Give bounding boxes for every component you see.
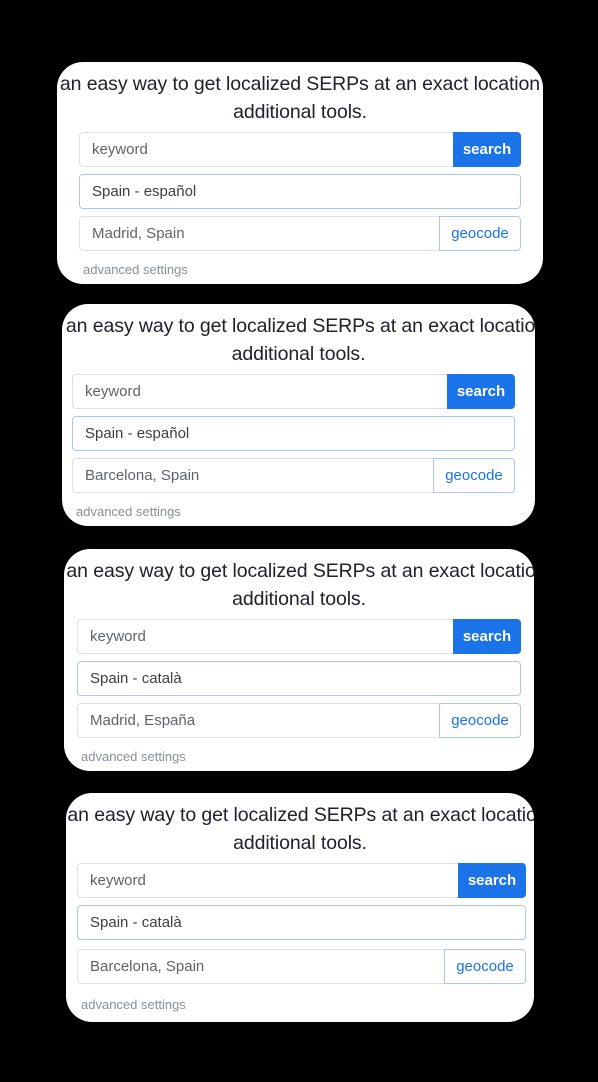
intro-line-1: s an easy way to get localized SERPs at …	[66, 804, 534, 826]
geocode-button[interactable]: geocode	[433, 458, 515, 493]
keyword-input[interactable]: keyword	[72, 374, 447, 409]
advanced-settings-link[interactable]: advanced settings	[83, 262, 188, 277]
location-geocode-row: Madrid, España geocode	[77, 703, 521, 738]
serp-card-4: s an easy way to get localized SERPs at …	[66, 793, 534, 1022]
location-input[interactable]: Barcelona, Spain	[72, 458, 433, 493]
keyword-search-row: keyword search	[77, 863, 526, 898]
location-input[interactable]: Madrid, Spain	[79, 216, 439, 251]
advanced-settings-link[interactable]: advanced settings	[81, 749, 186, 764]
keyword-search-row: keyword search	[77, 619, 521, 654]
keyword-search-row: keyword search	[72, 374, 515, 409]
intro-line-1: s an easy way to get localized SERPs at …	[64, 560, 534, 582]
intro-line-1: s an easy way to get localized SERPs at …	[62, 315, 535, 337]
serp-card-3: s an easy way to get localized SERPs at …	[64, 549, 534, 771]
intro-line-2: additional tools.	[231, 343, 366, 365]
intro-line-2: additional tools.	[233, 832, 367, 854]
location-geocode-row: Barcelona, Spain geocode	[72, 458, 515, 493]
location-geocode-row: Madrid, Spain geocode	[79, 216, 521, 251]
geocode-button[interactable]: geocode	[444, 949, 526, 984]
serp-card-2: s an easy way to get localized SERPs at …	[62, 304, 535, 526]
location-input[interactable]: Madrid, España	[77, 703, 439, 738]
intro-line-2: additional tools.	[233, 101, 367, 123]
geocode-button[interactable]: geocode	[439, 703, 521, 738]
search-button[interactable]: search	[453, 619, 521, 654]
keyword-input[interactable]: keyword	[77, 619, 453, 654]
search-button[interactable]: search	[453, 132, 521, 167]
advanced-settings-link[interactable]: advanced settings	[81, 997, 186, 1012]
intro-text: s an easy way to get localized SERPs at …	[64, 557, 534, 613]
keyword-input[interactable]: keyword	[77, 863, 458, 898]
search-button[interactable]: search	[447, 374, 515, 409]
search-button[interactable]: search	[458, 863, 526, 898]
intro-text: is an easy way to get localized SERPs at…	[57, 70, 543, 126]
language-select[interactable]: Spain - español	[79, 174, 521, 209]
keyword-search-row: keyword search	[79, 132, 521, 167]
language-select[interactable]: Spain - español	[72, 416, 515, 451]
serp-card-1: is an easy way to get localized SERPs at…	[57, 62, 543, 284]
intro-line-1: is an easy way to get localized SERPs at…	[57, 73, 543, 95]
language-select[interactable]: Spain - català	[77, 661, 521, 696]
location-geocode-row: Barcelona, Spain geocode	[77, 949, 526, 984]
keyword-input[interactable]: keyword	[79, 132, 453, 167]
advanced-settings-link[interactable]: advanced settings	[76, 504, 181, 519]
intro-line-2: additional tools.	[232, 588, 366, 610]
intro-text: s an easy way to get localized SERPs at …	[66, 801, 534, 857]
geocode-button[interactable]: geocode	[439, 216, 521, 251]
location-input[interactable]: Barcelona, Spain	[77, 949, 444, 984]
language-select[interactable]: Spain - català	[77, 905, 526, 940]
intro-text: s an easy way to get localized SERPs at …	[62, 312, 535, 368]
